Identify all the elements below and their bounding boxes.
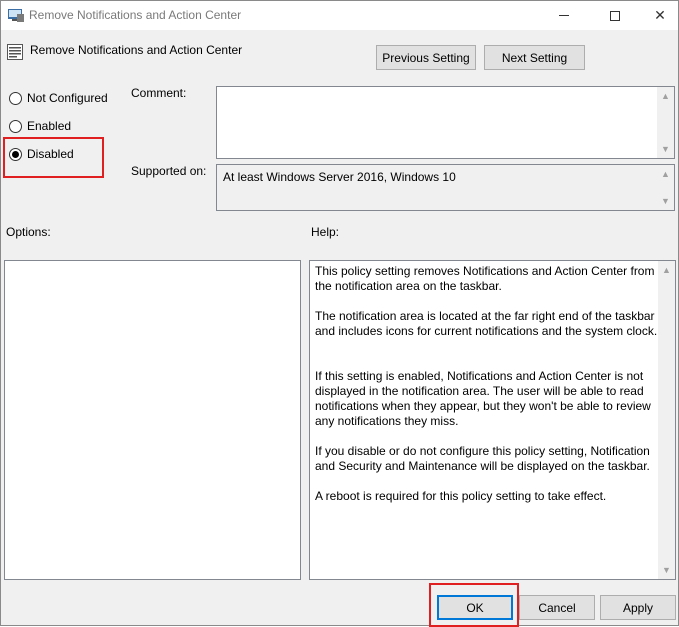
scroll-up-icon[interactable]: ▲ xyxy=(657,166,674,182)
maximize-button[interactable] xyxy=(592,1,638,30)
next-setting-button[interactable]: Next Setting xyxy=(484,45,585,70)
radio-enabled[interactable]: Enabled xyxy=(9,118,71,134)
options-label: Options: xyxy=(6,225,51,239)
window-title: Remove Notifications and Action Center xyxy=(29,8,242,22)
radio-button[interactable] xyxy=(9,91,22,105)
scroll-down-icon[interactable]: ▼ xyxy=(657,141,674,157)
maximize-icon xyxy=(610,10,620,21)
policy-editor-icon xyxy=(8,9,24,22)
ok-highlight-box xyxy=(429,583,519,627)
supported-scrollbar[interactable]: ▲ ▼ xyxy=(657,165,674,210)
title-bar[interactable]: Remove Notifications and Action Center ✕ xyxy=(1,1,678,30)
policy-setting-icon xyxy=(7,44,23,60)
comment-scrollbar[interactable]: ▲ ▼ xyxy=(657,87,674,158)
scroll-down-icon[interactable]: ▼ xyxy=(658,562,675,578)
help-paragraph: The notification area is located at the … xyxy=(315,309,658,338)
policy-dialog: Remove Notifications and Action Center ✕… xyxy=(0,0,679,627)
close-button[interactable]: ✕ xyxy=(637,1,679,30)
help-scrollbar[interactable]: ▲ ▼ xyxy=(658,261,675,579)
cancel-button[interactable]: Cancel xyxy=(519,595,595,620)
radio-not-configured[interactable]: Not Configured xyxy=(9,90,108,106)
radio-label: Not Configured xyxy=(27,91,108,105)
comment-label: Comment: xyxy=(131,86,187,100)
radio-button[interactable] xyxy=(9,119,22,133)
apply-button[interactable]: Apply xyxy=(600,595,676,620)
supported-on-value: At least Windows Server 2016, Windows 10 xyxy=(223,170,456,184)
radio-label: Enabled xyxy=(27,119,72,133)
help-paragraph: A reboot is required for this policy set… xyxy=(315,489,607,503)
minimize-button[interactable] xyxy=(541,1,587,30)
help-paragraph: If you disable or do not configure this … xyxy=(315,444,650,473)
minimize-icon xyxy=(559,15,569,16)
comment-input[interactable]: ▲ ▼ xyxy=(216,86,675,159)
previous-setting-button[interactable]: Previous Setting xyxy=(376,45,476,70)
scroll-up-icon[interactable]: ▲ xyxy=(657,88,674,104)
help-paragraph: If this setting is enabled, Notification… xyxy=(315,369,651,428)
options-panel xyxy=(4,260,301,580)
supported-on-label: Supported on: xyxy=(131,164,207,178)
close-icon: ✕ xyxy=(654,7,666,23)
policy-name: Remove Notifications and Action Center xyxy=(30,43,243,57)
scroll-up-icon[interactable]: ▲ xyxy=(658,262,675,278)
help-text: This policy setting removes Notification… xyxy=(315,264,658,519)
supported-on-field: At least Windows Server 2016, Windows 10… xyxy=(216,164,675,211)
help-label: Help: xyxy=(311,225,340,239)
help-paragraph: This policy setting removes Notification… xyxy=(315,264,655,293)
disabled-highlight-box xyxy=(3,137,104,178)
help-panel[interactable]: This policy setting removes Notification… xyxy=(309,260,676,580)
scroll-down-icon[interactable]: ▼ xyxy=(657,193,674,209)
